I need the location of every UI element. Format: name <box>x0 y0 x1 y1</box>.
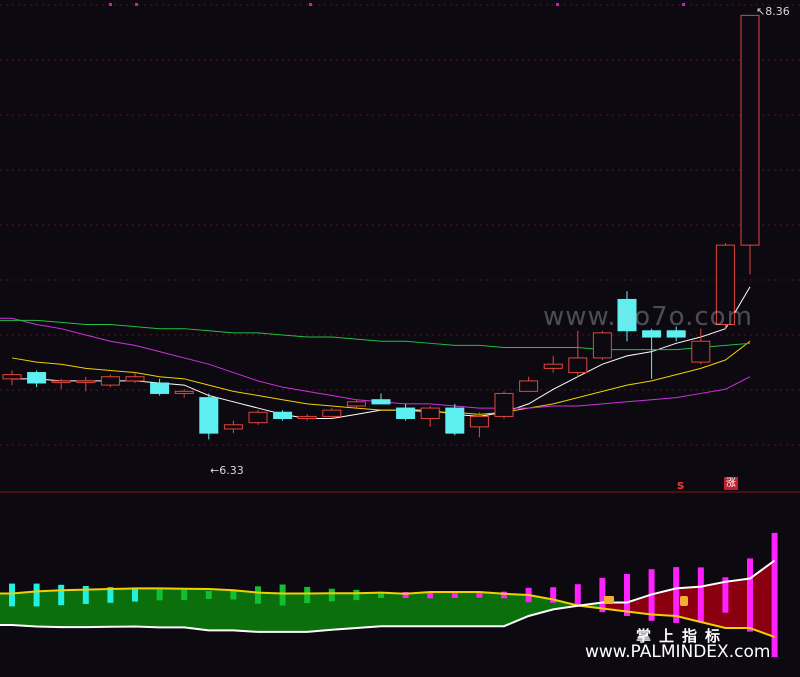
candle-body-down <box>199 397 219 434</box>
high-price-value: 8.36 <box>765 5 790 18</box>
hand-marker-icon <box>604 596 614 604</box>
indicator-bar <box>747 558 753 632</box>
top-tick-mark <box>556 3 559 6</box>
indicator-bar <box>132 588 138 602</box>
candle-body-up <box>740 14 760 246</box>
indicator-bar <box>156 589 163 601</box>
signal-zhang-label: 涨 <box>724 477 738 490</box>
watermark-text: www.5o7o.com <box>543 302 753 332</box>
indicator-bar <box>771 532 778 658</box>
indicator-bar <box>230 590 237 600</box>
candle-body-up <box>100 376 120 386</box>
indicator-bar <box>279 584 286 606</box>
candle-body-down <box>273 411 293 420</box>
indicator-bar <box>673 567 680 623</box>
indicator-bar <box>255 586 261 604</box>
candle-body-up <box>592 332 612 359</box>
top-tick-mark <box>309 3 312 6</box>
top-tick-mark <box>109 3 112 6</box>
indicator-bar <box>33 583 40 607</box>
candle-body-up <box>51 380 71 383</box>
indicator-bar <box>624 574 630 616</box>
candle-body-down <box>150 382 170 394</box>
indicator-bar <box>181 589 188 601</box>
brand-url-text: www.PALMINDEX.com <box>585 642 771 662</box>
candle-body-down <box>27 372 47 384</box>
candle-body-down <box>445 407 465 434</box>
indicator-bar <box>353 589 360 601</box>
candle-body-up <box>469 415 489 428</box>
candle-body-up <box>420 407 440 420</box>
chart-root: www.5o7o.com ↖8.36 ←6.33 s 涨 掌上指标 www.PA… <box>0 0 800 677</box>
candle-body-up <box>322 409 342 417</box>
candle-body-up <box>248 411 268 424</box>
indicator-bar <box>574 584 581 606</box>
candle-body-up <box>297 415 317 420</box>
candle-body-up <box>494 392 514 417</box>
indicator-bar <box>205 591 212 599</box>
indicator-bar <box>697 567 704 623</box>
indicator-bar <box>304 586 311 604</box>
candle-body-up <box>568 357 588 374</box>
chart-svg <box>0 3 800 658</box>
high-price-label: ↖8.36 <box>756 5 790 18</box>
candle-body-up <box>125 376 145 382</box>
indicator-bar <box>328 588 335 602</box>
candle-body-up <box>223 424 243 430</box>
top-tick-mark <box>135 3 138 6</box>
signal-s-label: s <box>677 478 685 492</box>
candle-body-down <box>396 407 416 420</box>
hand-pointer-icon <box>680 596 688 606</box>
candle-body-up <box>691 340 711 363</box>
low-price-arrow-icon: ← <box>210 464 220 477</box>
indicator-bar <box>58 584 65 606</box>
top-tick-mark <box>682 3 685 6</box>
candle-body-up <box>76 380 96 383</box>
candle-body-up <box>543 363 563 369</box>
high-price-arrow-icon: ↖ <box>756 5 766 18</box>
low-price-label: ←6.33 <box>210 464 244 477</box>
candle-body-down <box>371 399 391 405</box>
indicator-bar <box>9 583 15 607</box>
candle-body-up <box>174 390 194 394</box>
candle-body-up <box>346 401 366 407</box>
candle-body-up <box>2 374 22 380</box>
low-price-value: 6.33 <box>219 464 244 477</box>
indicator-bar <box>599 577 606 613</box>
candle-body-up <box>519 380 539 392</box>
